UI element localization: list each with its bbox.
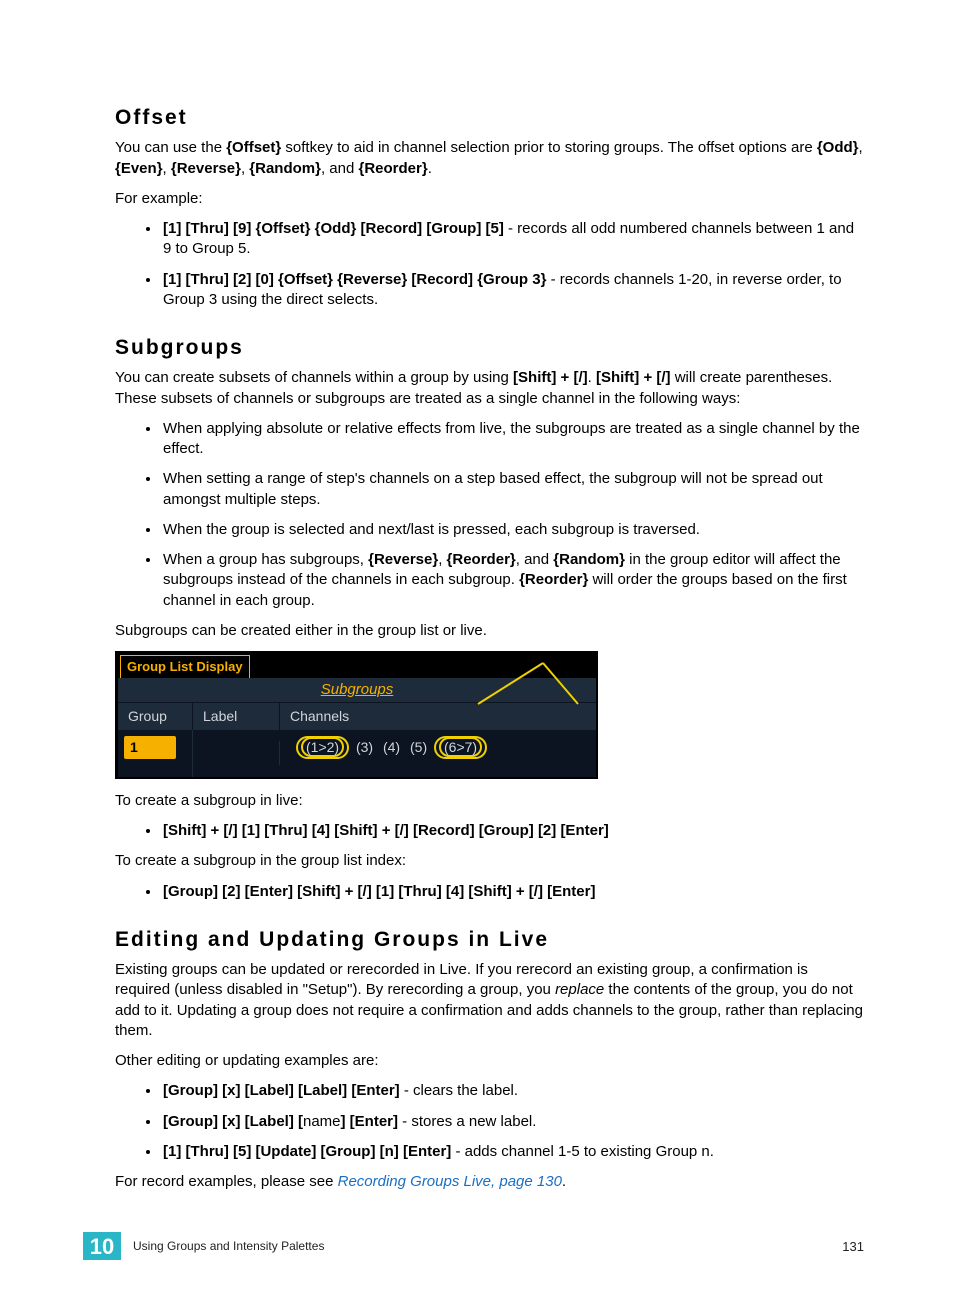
record-examples-note: For record examples, please see Recordin… <box>115 1172 864 1192</box>
offset-example-1: [1] [Thru] [9] {Offset} {Odd} [Record] [… <box>161 219 864 260</box>
create-subgroup-live-label: To create a subgroup in live: <box>115 791 864 811</box>
heading-subgroups: Subgroups <box>115 334 864 362</box>
offset-example-label: For example: <box>115 189 864 209</box>
editing-example-3: [1] [Thru] [5] [Update] [Group] [n] [Ent… <box>161 1142 864 1162</box>
group-list-display-figure: Group List Display Subgroups Group Label… <box>115 651 598 779</box>
page-footer: 10 Using Groups and Intensity Palettes 1… <box>115 1232 864 1260</box>
group-number-badge: 1 <box>124 736 176 759</box>
heading-offset: Offset <box>115 104 864 132</box>
create-subgroup-index-label: To create a subgroup in the group list i… <box>115 851 864 871</box>
footer-page-number: 131 <box>842 1238 864 1256</box>
callout-arrow-icon <box>448 656 588 716</box>
subgroup-highlight-1: (1>2) <box>296 736 349 759</box>
editing-example-1: [Group] [x] [Label] [Label] [Enter] - cl… <box>161 1081 864 1101</box>
column-group: Group <box>118 703 193 730</box>
subgroups-created-note: Subgroups can be created either in the g… <box>115 621 864 641</box>
channel-subgroup-5: (5) <box>407 739 430 755</box>
editing-examples-label: Other editing or updating examples are: <box>115 1051 864 1071</box>
subgroups-intro: You can create subsets of channels withi… <box>115 368 864 409</box>
channel-subgroup-6-7: (6>7) <box>439 737 482 757</box>
channel-subgroup-1-2: (1>2) <box>301 737 344 757</box>
offset-example-2: [1] [Thru] [2] [0] {Offset} {Reverse} [R… <box>161 270 864 311</box>
group-list-display-tab: Group List Display <box>120 655 250 678</box>
column-label: Label <box>193 703 280 730</box>
editing-intro: Existing groups can be updated or rereco… <box>115 960 864 1041</box>
table-row: 1 (1>2) (3) (4) (5) (6>7) <box>118 730 596 777</box>
editing-example-2: [Group] [x] [Label] [name] [Enter] - sto… <box>161 1112 864 1132</box>
subgroups-point-4: When a group has subgroups, {Reverse}, {… <box>161 550 864 611</box>
footer-section-title: Using Groups and Intensity Palettes <box>133 1238 842 1254</box>
heading-editing: Editing and Updating Groups in Live <box>115 926 864 954</box>
subgroups-point-2: When setting a range of step's channels … <box>161 469 864 510</box>
create-subgroup-index-cmd: [Group] [2] [Enter] [Shift] + [/] [1] [T… <box>161 882 864 902</box>
subgroup-highlight-2: (6>7) <box>434 736 487 759</box>
subgroups-point-3: When the group is selected and next/last… <box>161 520 864 540</box>
channel-subgroup-4: (4) <box>380 739 403 755</box>
chapter-number-badge: 10 <box>83 1232 121 1260</box>
subgroups-point-1: When applying absolute or relative effec… <box>161 419 864 460</box>
offset-intro: You can use the {Offset} softkey to aid … <box>115 138 864 179</box>
create-subgroup-live-cmd: [Shift] + [/] [1] [Thru] [4] [Shift] + [… <box>161 821 864 841</box>
recording-groups-live-link[interactable]: Recording Groups Live, page 130 <box>338 1173 562 1190</box>
channel-subgroup-3: (3) <box>353 739 376 755</box>
